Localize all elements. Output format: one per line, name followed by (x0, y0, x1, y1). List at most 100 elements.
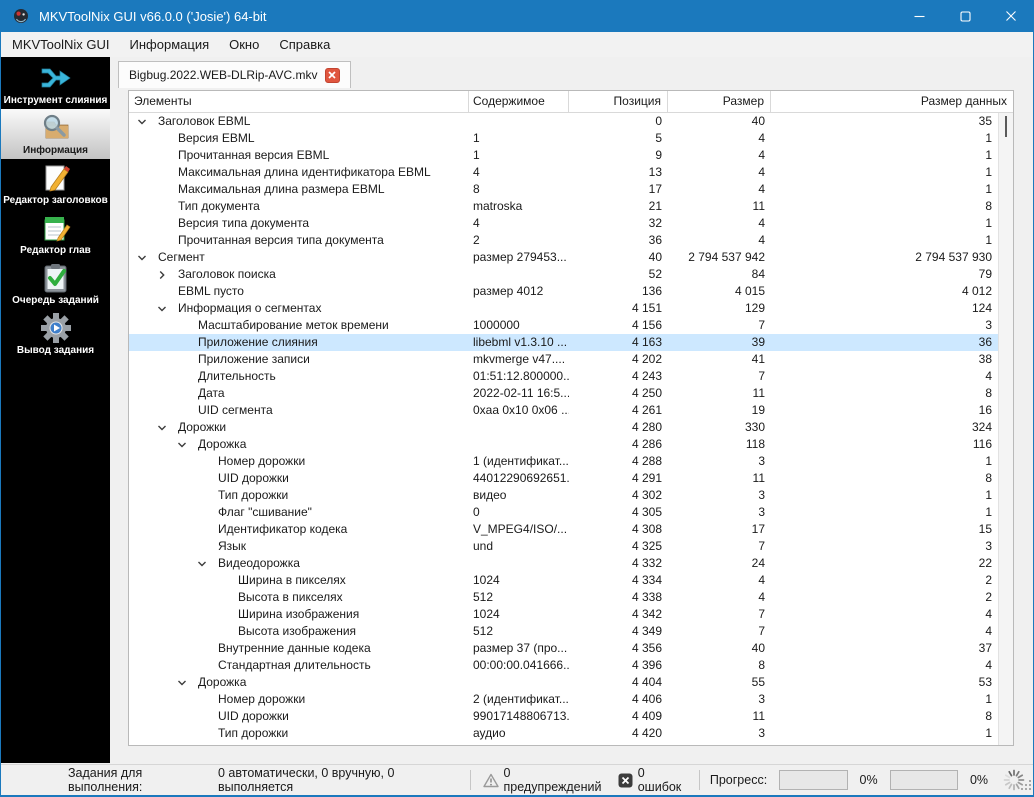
chevron-down-icon[interactable] (136, 116, 158, 127)
table-row[interactable]: Дорожка 4 286 118 116 (129, 436, 998, 453)
chevron-down-icon[interactable] (156, 303, 178, 314)
table-row[interactable]: UID дорожки 44012290692651... 4 291 11 8 (129, 470, 998, 487)
close-button[interactable] (988, 0, 1034, 32)
column-header-content[interactable]: Содержимое (469, 91, 569, 112)
element-label: Длительность (198, 369, 276, 383)
table-row[interactable]: Язык und 4 325 7 3 (129, 538, 998, 555)
table-row[interactable]: Максимальная длина размера EBML 8 17 4 1 (129, 181, 998, 198)
menu-help[interactable]: Справка (269, 34, 340, 55)
minimize-button[interactable] (896, 0, 942, 32)
table-row[interactable]: UID сегмента 0xaa 0x10 0x06 ... 4 261 19 16 (129, 402, 998, 419)
tab-active-file[interactable]: Bigbug.2022.WEB-DLRip-AVC.mkv (118, 61, 351, 88)
table-row[interactable]: Приложение записи mkvmerge v47.... 4 202 41… (129, 351, 998, 368)
cell-data-size: 4 (985, 624, 992, 638)
element-label: Высота в пикселях (238, 590, 343, 604)
table-row[interactable]: Дорожки 4 280 330 324 (129, 419, 998, 436)
sidebar-item-merge-tool[interactable]: Инструмент слияния (1, 59, 110, 109)
cell-data-size: 2 (985, 573, 992, 587)
table-row[interactable]: Тип документа matroska 21 11 8 (129, 198, 998, 215)
cell-content: видео (473, 488, 507, 502)
table-row[interactable]: UID дорожки 99017148806713... 4 409 11 8 (129, 708, 998, 725)
scrollbar-thumb[interactable] (1005, 116, 1007, 137)
sidebar-item-job-queue[interactable]: Очередь заданий (1, 259, 110, 309)
cell-position: 4 325 (631, 539, 662, 553)
cell-position: 4 396 (631, 658, 662, 672)
chevron-right-icon[interactable] (156, 269, 178, 280)
table-row[interactable]: EBML пусто размер 4012 136 4 015 4 012 (129, 283, 998, 300)
cell-data-size: 1 (985, 233, 992, 247)
window-title: MKVToolNix GUI v66.0.0 ('Josie') 64-bit (39, 8, 267, 24)
table-row[interactable]: Прочитанная версия типа документа 2 36 4 1 (129, 232, 998, 249)
cell-size: 3 (758, 488, 765, 502)
sidebar-item-chapter-editor[interactable]: Редактор глав (1, 209, 110, 259)
cell-content (469, 674, 569, 691)
table-row[interactable]: Внутренние данные кодека размер 37 (про..… (129, 640, 998, 657)
cell-position: 0 (655, 114, 662, 128)
sidebar-item-info[interactable]: Информация (1, 109, 110, 159)
chevron-down-icon[interactable] (176, 677, 198, 688)
table-row[interactable]: Тип дорожки аудио 4 420 3 1 (129, 725, 998, 742)
table-row[interactable]: Высота в пикселях 512 4 338 4 2 (129, 589, 998, 606)
menu-mkvtoolnix-gui[interactable]: MKVToolNix GUI (2, 34, 120, 55)
table-row[interactable]: Заголовок EBML 0 40 35 (129, 113, 998, 130)
tab-close-icon[interactable] (324, 67, 340, 83)
table-row[interactable]: Приложение слияния libebml v1.3.10 ... 4 1… (129, 334, 998, 351)
table-row[interactable]: Видеодорожка 4 332 24 22 (129, 555, 998, 572)
column-header-size[interactable]: Размер (668, 91, 771, 112)
table-row[interactable]: Дата 2022-02-11 16:5... 4 250 11 8 (129, 385, 998, 402)
progress-total-percent: 0% (969, 773, 989, 787)
table-row[interactable]: Информация о сегментах 4 151 129 124 (129, 300, 998, 317)
chevron-down-icon[interactable] (156, 422, 178, 433)
table-row[interactable]: Дорожка 4 404 55 53 (129, 674, 998, 691)
table-row[interactable]: Тип дорожки видео 4 302 3 1 (129, 487, 998, 504)
chevron-down-icon[interactable] (176, 439, 198, 450)
table-row[interactable]: Стандартная длительность 00:00:00.041666.… (129, 657, 998, 674)
cell-size: 19 (751, 403, 765, 417)
table-row[interactable]: Номер дорожки 2 (идентификат... 4 406 3 1 (129, 691, 998, 708)
table-row[interactable]: Высота изображения 512 4 349 7 4 (129, 623, 998, 640)
maximize-button[interactable] (942, 0, 988, 32)
menu-information[interactable]: Информация (120, 34, 220, 55)
sidebar-item-label: Очередь заданий (12, 295, 99, 306)
element-label: EBML пусто (178, 284, 244, 298)
chevron-down-icon[interactable] (196, 558, 218, 569)
cell-size: 17 (751, 522, 765, 536)
element-label: Сегмент (158, 250, 205, 264)
table-row[interactable]: Длительность 01:51:12.800000... 4 243 7 4 (129, 368, 998, 385)
cell-position: 4 288 (631, 454, 662, 468)
element-label: Заголовок поиска (178, 267, 276, 281)
table-row[interactable]: Ширина изображения 1024 4 342 7 4 (129, 606, 998, 623)
resize-grip[interactable] (1020, 779, 1032, 794)
cell-data-size: 15 (978, 522, 992, 536)
table-row[interactable]: Масштабирование меток времени 1000000 4 15… (129, 317, 998, 334)
vertical-scrollbar[interactable] (998, 113, 1013, 745)
table-row[interactable]: Максимальная длина идентификатора EBML 4 1… (129, 164, 998, 181)
column-header-elements[interactable]: Элементы (129, 91, 469, 112)
sidebar-item-label: Информация (23, 145, 88, 156)
sidebar-item-header-editor[interactable]: Редактор заголовков (1, 159, 110, 209)
cell-position: 17 (648, 182, 662, 196)
element-label: UID сегмента (198, 403, 273, 417)
element-label: UID дорожки (218, 471, 289, 485)
cell-data-size: 3 (985, 539, 992, 553)
cell-data-size: 1 (985, 131, 992, 145)
table-row[interactable]: Номер дорожки 1 (идентификат... 4 288 3 1 (129, 453, 998, 470)
cell-data-size: 8 (985, 709, 992, 723)
table-row[interactable]: Прочитанная версия EBML 1 9 4 1 (129, 147, 998, 164)
cell-position: 4 356 (631, 641, 662, 655)
element-label: Идентификатор кодека (218, 522, 348, 536)
sidebar-item-job-output[interactable]: Вывод задания (1, 309, 110, 359)
table-row[interactable]: Флаг "сшивание" 0 4 305 3 1 (129, 504, 998, 521)
chevron-down-icon[interactable] (136, 252, 158, 263)
menu-window[interactable]: Окно (219, 34, 269, 55)
sidebar-item-label: Вывод задания (16, 345, 95, 356)
table-row[interactable]: Версия типа документа 4 32 4 1 (129, 215, 998, 232)
column-header-position[interactable]: Позиция (569, 91, 668, 112)
table-row[interactable]: Сегмент размер 279453... 40 2 794 537 942 2 … (129, 249, 998, 266)
table-row[interactable]: Ширина в пикселях 1024 4 334 4 2 (129, 572, 998, 589)
table-row[interactable]: Идентификатор кодека V_MPEG4/ISO/... 4 308… (129, 521, 998, 538)
column-header-data-size[interactable]: Размер данных (771, 91, 1013, 112)
cell-size: 24 (751, 556, 765, 570)
table-row[interactable]: Версия EBML 1 5 4 1 (129, 130, 998, 147)
table-row[interactable]: Заголовок поиска 52 84 79 (129, 266, 998, 283)
